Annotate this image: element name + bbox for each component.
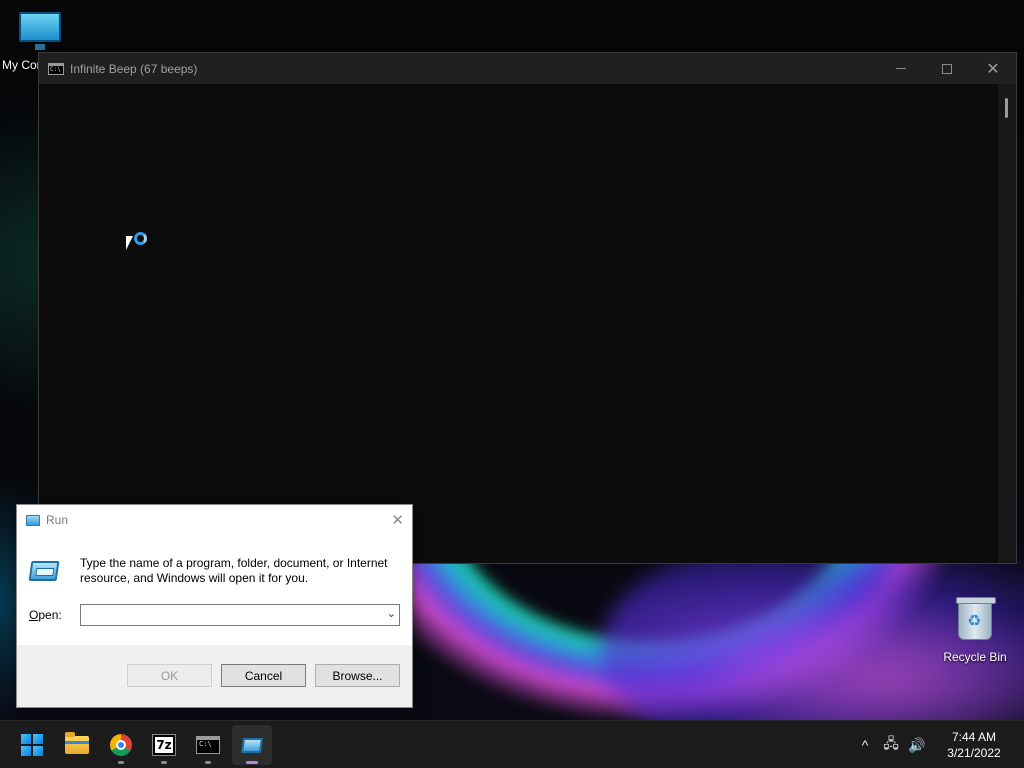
taskbar-run[interactable]: [232, 725, 272, 765]
run-icon: [240, 737, 264, 753]
run-program-icon: [28, 561, 60, 581]
console-app-icon: C:\: [48, 62, 64, 75]
start-button[interactable]: [12, 725, 52, 765]
clock-date: 3/21/2022: [947, 746, 1001, 760]
scrollbar-thumb[interactable]: [1005, 98, 1008, 118]
running-indicator: [161, 761, 167, 764]
open-label-text: pen:: [38, 608, 62, 622]
taskbar-7zip[interactable]: 7z: [144, 725, 184, 765]
console-output-area[interactable]: [39, 84, 1016, 563]
monitor-icon: [19, 12, 61, 50]
running-indicator: [118, 761, 124, 764]
taskbar-file-explorer[interactable]: [57, 725, 97, 765]
terminal-icon: C:\: [196, 736, 220, 754]
taskbar: 7z C:\ ^ 🖧 🔊 7:44 AM 3/21/2022: [0, 720, 1024, 768]
busy-cursor-icon: [126, 232, 152, 258]
maximize-button[interactable]: [924, 53, 970, 84]
volume-icon[interactable]: 🔊: [904, 737, 930, 754]
run-dialog-title: Run: [46, 513, 69, 527]
console-scrollbar[interactable]: [998, 84, 1016, 563]
open-field-label: Open:: [29, 608, 62, 622]
busy-spinner-icon: [134, 232, 147, 245]
running-indicator: [205, 761, 211, 764]
recycle-arrows-icon: ♻: [967, 613, 982, 630]
active-indicator: [246, 761, 258, 764]
clock[interactable]: 7:44 AM 3/21/2022: [934, 729, 1014, 761]
minimize-icon: [896, 68, 906, 69]
close-icon[interactable]: ✕: [391, 511, 404, 529]
cancel-button[interactable]: Cancel: [221, 664, 306, 687]
desktop-icon-label: Recycle Bin: [943, 650, 1007, 664]
clock-time: 7:44 AM: [951, 730, 997, 744]
run-dialog-footer: OK Cancel Browse...: [17, 645, 412, 707]
chrome-icon: [110, 734, 132, 756]
taskbar-chrome[interactable]: [101, 725, 141, 765]
open-label-accelerator: O: [29, 608, 39, 622]
run-dialog[interactable]: Run ✕ Type the name of a program, folder…: [16, 504, 413, 708]
network-icon[interactable]: 🖧: [878, 733, 904, 757]
desktop-icon-my-computer[interactable]: My Computer: [0, 8, 80, 72]
maximize-icon: [942, 63, 952, 74]
run-description: Type the name of a program, folder, docu…: [80, 556, 388, 585]
console-titlebar[interactable]: C:\ Infinite Beep (67 beeps) ✕: [39, 53, 1016, 84]
taskbar-terminal[interactable]: C:\: [188, 725, 228, 765]
desktop-icon-recycle-bin[interactable]: ♻ Recycle Bin: [936, 596, 1014, 664]
window-controls: ✕: [878, 53, 1016, 84]
open-input[interactable]: [81, 605, 377, 625]
console-window-title: Infinite Beep (67 beeps): [70, 61, 198, 76]
browse-button[interactable]: Browse...: [315, 664, 400, 687]
close-button[interactable]: ✕: [970, 53, 1016, 84]
minimize-button[interactable]: [878, 53, 924, 84]
folder-icon: [65, 732, 89, 754]
chevron-down-icon[interactable]: ⌄: [387, 607, 396, 620]
7zip-icon: 7z: [152, 734, 176, 756]
chevron-up-icon[interactable]: ^: [852, 737, 878, 753]
recycle-bin-icon: ♻: [956, 597, 996, 640]
console-window[interactable]: C:\ Infinite Beep (67 beeps) ✕: [38, 52, 1017, 564]
run-dialog-titlebar[interactable]: Run ✕: [17, 505, 412, 535]
ok-button[interactable]: OK: [127, 664, 212, 687]
close-icon: ✕: [986, 59, 1000, 78]
cursor-arrow-icon: [126, 236, 133, 250]
open-combobox[interactable]: ⌄: [80, 604, 400, 626]
system-tray: ^ 🖧 🔊 7:44 AM 3/21/2022: [852, 721, 1024, 768]
run-app-icon: [26, 514, 40, 526]
windows-logo-icon: [21, 734, 43, 756]
